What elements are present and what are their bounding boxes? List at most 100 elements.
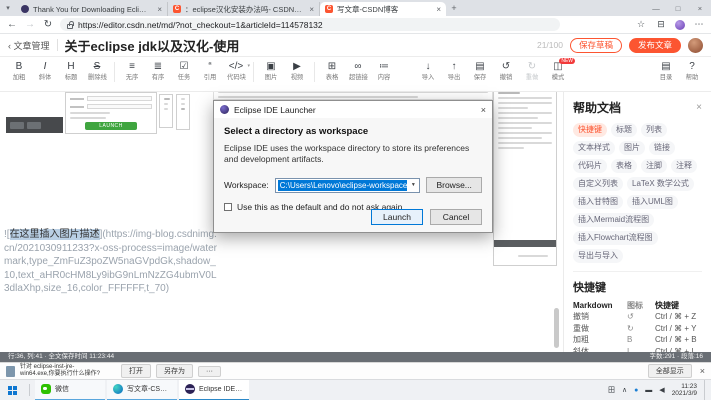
workspace-combobox[interactable]: C:\Users\Lenovo\eclipse-workspace ▼ [275,178,421,193]
workspace-value[interactable]: C:\Users\Lenovo\eclipse-workspace [278,180,408,191]
more-menu-icon[interactable]: ⋯ [693,19,705,30]
bold-button[interactable]: B加粗 [6,60,32,82]
tab-title: Thank You for Downloading Ecli… [33,5,153,14]
help-tag[interactable]: 标题 [611,123,637,137]
save-button[interactable]: ▤保存 [467,60,493,82]
show-desktop-button[interactable] [704,380,707,400]
downloads-close-icon[interactable]: × [700,366,705,376]
help-tag[interactable]: 快捷键 [573,123,607,137]
dialog-titlebar[interactable]: Eclipse IDE Launcher × [214,101,492,118]
publish-button[interactable]: 发布文章 [629,38,681,53]
help-tag[interactable]: 注脚 [641,159,667,173]
help-tag[interactable]: 插入Mermaid流程图 [573,213,654,227]
help-close-icon[interactable]: × [696,102,702,113]
download-more-button[interactable]: ··· [198,366,221,377]
maximize-button[interactable]: □ [667,4,689,13]
csdn-favicon-icon: C [173,5,181,13]
save-draft-button[interactable]: 保存草稿 [570,38,622,53]
tab-search-icon[interactable]: ▾ [0,4,16,12]
ime-icon[interactable]: 田 [608,385,615,395]
link-button[interactable]: ∞超链接 [345,60,371,82]
browse-button[interactable]: Browse... [426,177,482,193]
help-button[interactable]: ?帮助 [679,60,705,82]
cancel-button[interactable]: Cancel [430,209,482,225]
video-button[interactable]: ▶视频 [284,60,310,82]
mode-button[interactable]: ◫模式NEW [545,60,571,82]
tab-close-icon[interactable]: × [157,5,162,14]
unordered-list-button[interactable]: ≡无序 [119,60,145,82]
minimize-button[interactable]: — [645,4,667,13]
content-button[interactable]: ≔内容 [371,60,397,82]
download-open-button[interactable]: 打开 [121,364,151,378]
close-button[interactable]: × [689,4,711,13]
taskbar-clock[interactable]: 11:23 2021/3/9 [672,383,697,398]
new-tab-button[interactable]: + [446,3,462,13]
browser-profile-avatar[interactable] [675,20,685,30]
help-tag[interactable]: 列表 [641,123,667,137]
help-tag[interactable]: 文本样式 [573,141,615,155]
media-group: ▣图片▶视频 [258,60,310,82]
toolbar-icon: “ [208,60,211,73]
hidden-icons-chevron-icon[interactable]: ∧ [622,386,627,394]
export-button[interactable]: ↑导出 [441,60,467,82]
import-button[interactable]: ↓导入 [415,60,441,82]
forward-icon[interactable]: → [24,19,36,30]
back-icon[interactable]: ← [6,19,18,30]
strikethrough-button[interactable]: S删除线 [84,60,110,82]
downloads-show-all-button[interactable]: 全部显示 [648,364,692,378]
address-bar[interactable]: https://editor.csdn.net/md/?not_checkout… [60,18,560,31]
dialog-close-icon[interactable]: × [481,105,486,115]
help-tag[interactable]: 自定义列表 [573,177,623,191]
ordered-list-button[interactable]: ≣有序 [145,60,171,82]
markdown-source-text[interactable]: ![在这里插入图片描述](https://img-blog.csdnimg.cn… [4,228,221,296]
taskbar-app-wechat[interactable]: 微信 [35,380,105,400]
article-manage-link[interactable]: ‹ 文章管理 [8,39,50,52]
help-tag-list: 快捷键标题列表文本样式图片链接代码片表格注脚注释自定义列表LaTeX 数学公式插… [573,123,702,272]
article-title-input[interactable] [65,38,530,53]
editor-scrollbar[interactable] [554,308,559,348]
refresh-icon[interactable]: ↻ [42,19,54,30]
taskbar-app-edge[interactable]: 写文章-CSDN博客及… [107,380,177,400]
heading-button[interactable]: H标题 [58,60,84,82]
launch-button[interactable]: Launch [371,209,423,225]
help-tag[interactable]: 图片 [619,141,645,155]
favorites-icon[interactable]: ☆ [635,19,647,30]
help-tag[interactable]: 注释 [671,159,697,173]
help-tag[interactable]: 插入Flowchart流程图 [573,231,658,245]
collections-icon[interactable]: ⊟ [655,19,667,30]
quote-button[interactable]: “引用 [197,60,223,82]
volume-icon[interactable]: ◀ [659,386,664,394]
help-tag[interactable]: LaTeX 数学公式 [627,177,694,191]
tray-app-icon[interactable]: ● [634,387,638,394]
help-tag[interactable]: 代码片 [573,159,607,173]
battery-icon[interactable]: ▬ [645,387,652,394]
browser-tab-write-article[interactable]: C 写文章-CSDN博客 × [320,2,446,16]
help-panel: 帮助文档 × 快捷键标题列表文本样式图片链接代码片表格注脚注释自定义列表LaTe… [563,92,711,352]
url-text[interactable]: https://editor.csdn.net/md/?not_checkout… [78,20,323,30]
help-tag[interactable]: 插入UML图 [627,195,678,209]
download-save-as-button[interactable]: 另存为 [156,364,193,378]
start-button[interactable] [0,380,24,400]
help-tag[interactable]: 插入甘特图 [573,195,623,209]
selected-alt-text[interactable]: 在这里插入图片描述 [10,229,100,240]
toolbar-icon: ≔ [379,60,389,73]
tab-close-icon[interactable]: × [309,5,314,14]
default-checkbox[interactable] [224,203,232,211]
user-avatar[interactable] [688,38,703,53]
help-tag[interactable]: 表格 [611,159,637,173]
code-block-button[interactable]: </>代码块▾ [223,60,249,82]
taskbar-app-eclipse[interactable]: Eclipse IDE Launc… [179,380,249,400]
browser-tab-eclipse-download[interactable]: Thank You for Downloading Ecli… × [16,2,168,16]
help-tag[interactable]: 链接 [649,141,675,155]
undo-button[interactable]: ↺撤销 [493,60,519,82]
task-list-button[interactable]: ☑任务 [171,60,197,82]
table-button[interactable]: ⊞表格 [319,60,345,82]
italic-button[interactable]: I斜体 [32,60,58,82]
chevron-down-icon[interactable]: ▼ [407,182,419,188]
image-button[interactable]: ▣图片 [258,60,284,82]
redo-button[interactable]: ↻重做 [519,60,545,82]
browser-tab-csdn-question[interactable]: C ：eclipse汉化安装办法吗- CSDN… × [168,2,320,16]
help-tag[interactable]: 导出与导入 [573,249,623,263]
toc-button[interactable]: ▤目录 [653,60,679,82]
tab-close-icon[interactable]: × [436,5,441,14]
